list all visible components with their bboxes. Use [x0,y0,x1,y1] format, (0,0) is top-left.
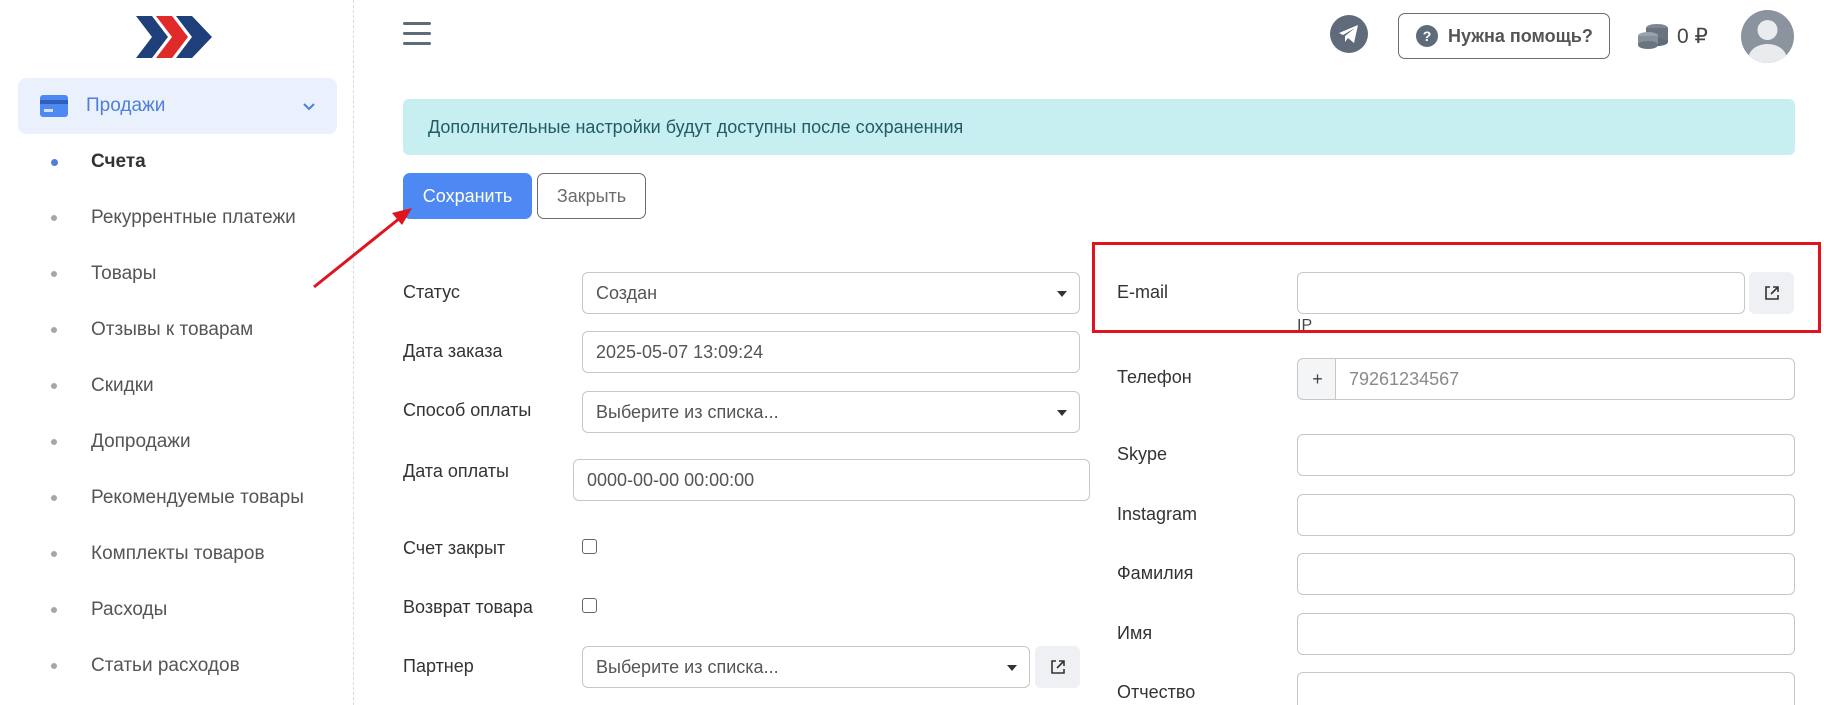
phone-prefix: + [1297,358,1337,400]
first-name-label: Имя [1117,623,1153,643]
sidebar-item-upsells[interactable]: Допродажи [0,414,354,470]
product-return-checkbox[interactable] [582,598,597,613]
info-alert-text: Дополнительные настройки будут доступны … [428,116,964,137]
instagram-input[interactable] [1297,494,1795,536]
sidebar-item-expense-categories[interactable]: Статьи расходов [0,638,354,694]
user-avatar-icon[interactable] [1741,10,1794,63]
sidebar-item-recommended-products[interactable]: Рекомендуемые товары [0,470,354,526]
order-date-label: Дата заказа [403,341,503,361]
highlight-box [1092,242,1821,333]
payment-date-value: 0000-00-00 00:00:00 [587,469,755,490]
payment-date-input[interactable]: 0000-00-00 00:00:00 [573,459,1090,501]
payment-method-label: Способ оплаты [403,400,532,420]
sidebar: Продажи Счета Рекуррентные платежи Товар… [0,0,354,705]
phone-placeholder: 79261234567 [1349,368,1460,389]
coins-icon [1638,24,1668,49]
sidebar-item-label: Комплекты товаров [91,543,265,564]
bullet-icon [51,271,57,277]
bullet-icon [51,158,58,166]
bullet-icon [51,607,57,613]
sidebar-item-products[interactable]: Товары [0,246,354,302]
close-button[interactable]: Закрыть [537,173,646,219]
info-alert: Дополнительные настройки будут доступны … [403,99,1795,155]
invoice-closed-label: Счет закрыт [403,538,506,558]
sidebar-item-label: Статьи расходов [91,655,240,676]
menu-icon[interactable] [403,22,431,48]
help-icon: ? [1416,25,1438,47]
last-name-label: Фамилия [1117,563,1194,583]
status-select[interactable]: Создан [582,272,1080,314]
sidebar-item-discounts[interactable]: Скидки [0,358,354,414]
sidebar-item-label: Скидки [91,375,154,396]
balance-value: 0 ₽ [1677,24,1708,48]
bullet-icon [51,439,57,445]
sidebar-item-label: Счета [91,151,146,172]
payment-date-label: Дата оплаты [403,461,509,481]
bullet-icon [51,215,57,221]
sidebar-item-label: Товары [91,263,157,284]
sidebar-item-product-bundles[interactable]: Комплекты товаров [0,526,354,582]
bullet-icon [51,663,57,669]
partner-label: Партнер [403,656,474,676]
last-name-input[interactable] [1297,553,1795,595]
sidebar-item-label: Отзывы к товарам [91,319,254,340]
sidebar-item-recurring-payments[interactable]: Рекуррентные платежи [0,190,354,246]
telegram-icon[interactable] [1330,15,1368,53]
first-name-input[interactable] [1297,613,1795,655]
payment-method-select[interactable]: Выберите из списка... [582,391,1080,433]
sidebar-item-expenses[interactable]: Расходы [0,582,354,638]
partner-select[interactable]: Выберите из списка... [582,646,1030,688]
sidebar-item-invoices[interactable]: Счета [0,134,354,190]
bullet-icon [51,495,57,501]
invoice-closed-checkbox[interactable] [582,539,597,554]
sidebar-section-sales[interactable]: Продажи [18,78,337,134]
status-value: Создан [596,282,658,303]
status-label: Статус [403,282,460,302]
middle-name-label: Отчество [1117,682,1196,702]
help-button-label: Нужна помощь? [1448,25,1593,46]
help-button[interactable]: ? Нужна помощь? [1398,13,1610,59]
balance-display[interactable]: 0 ₽ [1637,20,1708,52]
skype-label: Skype [1117,444,1168,464]
order-date-input[interactable]: 2025-05-07 13:09:24 [582,331,1080,373]
payment-method-value: Выберите из списка... [596,401,779,422]
sidebar-item-label: Расходы [91,599,168,620]
bullet-icon [51,551,57,557]
save-button[interactable]: Сохранить [403,173,532,219]
external-link-icon [1050,660,1065,674]
middle-name-input[interactable] [1297,672,1795,705]
credit-card-icon [40,95,68,117]
sidebar-item-label: Рекомендуемые товары [91,487,304,508]
logo-icon[interactable] [134,12,214,62]
sidebar-nav-list: Счета Рекуррентные платежи Товары Отзывы… [0,134,354,694]
sidebar-item-label: Рекуррентные платежи [91,207,296,228]
instagram-label: Instagram [1117,504,1198,524]
sidebar-section-label: Продажи [86,95,166,116]
open-partner-button[interactable] [1035,646,1080,688]
skype-input[interactable] [1297,434,1795,476]
phone-label: Телефон [1117,367,1192,387]
bullet-icon [51,327,57,333]
chevron-down-icon [303,103,315,111]
partner-value: Выберите из списка... [596,656,779,677]
sidebar-item-label: Допродажи [91,431,191,452]
sidebar-item-product-reviews[interactable]: Отзывы к товарам [0,302,354,358]
order-date-value: 2025-05-07 13:09:24 [596,341,764,362]
product-return-label: Возврат товара [403,597,533,617]
phone-input[interactable]: 79261234567 [1335,358,1795,400]
bullet-icon [51,383,57,389]
